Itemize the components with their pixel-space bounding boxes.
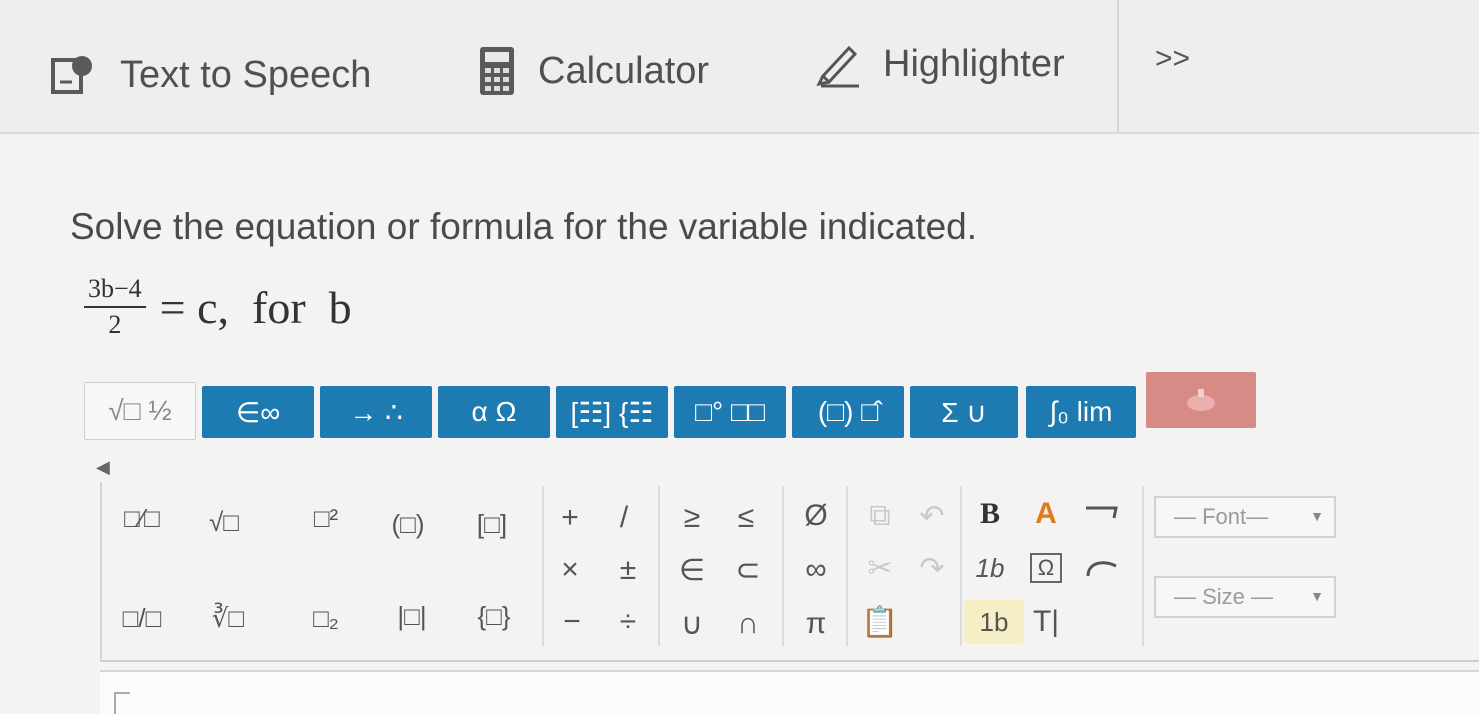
keyboard-icon [1187, 389, 1215, 411]
less-equal-button[interactable]: ≤ [716, 496, 776, 540]
palette-group-relations: ≥ ≤ ∈ ⊂ ∪ ∩ [662, 486, 784, 646]
pi-button[interactable]: π [786, 602, 846, 646]
sqrt-button[interactable]: √□ [194, 500, 254, 544]
mixed-fraction-button[interactable]: □/□ [112, 596, 172, 640]
chevron-down-icon: ▼ [1310, 588, 1324, 604]
plus-minus-button[interactable]: ± [598, 548, 658, 592]
palette-group-format: B A 1b Ω 1b T| [964, 486, 1144, 646]
fraction-button[interactable]: □⁄□ [112, 496, 172, 540]
font-select[interactable]: — Font— ▼ [1154, 496, 1336, 538]
more-tools-button[interactable]: >> [1155, 42, 1190, 76]
text-style-sample-button[interactable]: 1b [964, 600, 1024, 644]
absolute-value-button[interactable]: |□| [382, 594, 442, 638]
equation: 3b−4 2 = c, for b [84, 272, 352, 342]
highlighter-button[interactable]: Highlighter [815, 40, 1065, 88]
math-palette: □⁄□ √□ □² (□) [□] □/□ ∛□ □₂ |□| {□} + / … [100, 482, 1479, 662]
size-select[interactable]: — Size — ▼ [1154, 576, 1336, 618]
palette-group-templates: □⁄□ √□ □² (□) [□] □/□ ∛□ □₂ |□| {□} [102, 486, 544, 646]
italic-button[interactable]: 1b [960, 546, 1020, 590]
palette-group-edit: ⧉ ↶ ✂ ↷ 📋 [850, 486, 962, 646]
eraser-icon[interactable] [1072, 546, 1132, 590]
superscript-button[interactable]: □² [296, 496, 356, 540]
highlighter-icon [816, 45, 859, 88]
answer-input-area[interactable] [100, 670, 1479, 714]
brackets-button[interactable]: [□] [462, 502, 522, 546]
tab-operators[interactable]: Σ ∪ [910, 386, 1018, 438]
font-color-icon[interactable]: A [1016, 492, 1076, 536]
question-instruction: Solve the equation or formula for the va… [70, 206, 978, 247]
speaker-icon [51, 56, 92, 94]
slash-button[interactable]: / [594, 496, 654, 540]
omega-box-icon: Ω [1029, 553, 1063, 583]
tab-arrows[interactable]: → ∴ [320, 386, 432, 438]
size-select-value: — Size — [1174, 584, 1274, 609]
copy-icon[interactable]: ⧉ [850, 494, 910, 538]
divide-button[interactable]: ÷ [598, 600, 658, 644]
subset-button[interactable]: ⊂ [718, 548, 778, 592]
tab-sets[interactable]: ∈∞ [202, 386, 314, 438]
text-to-speech-button[interactable]: Text to Speech [50, 52, 371, 98]
text-to-speech-label: Text to Speech [120, 53, 372, 96]
fraction-denominator: 2 [108, 310, 122, 339]
braces-button[interactable]: {□} [464, 594, 524, 638]
tab-accents[interactable]: (□) □̂ [792, 386, 904, 438]
undo-icon[interactable]: ↶ [902, 494, 962, 538]
toolbar-divider [1117, 0, 1119, 132]
tab-keyboard[interactable] [1146, 372, 1256, 428]
equation-fraction: 3b−4 2 [84, 274, 146, 340]
parentheses-button[interactable]: (□) [378, 502, 438, 546]
minus-button[interactable]: − [542, 600, 602, 644]
tab-basic[interactable]: √□ ½ [84, 382, 196, 440]
calculator-icon [480, 47, 514, 95]
calculator-label: Calculator [538, 49, 710, 92]
empty-set-button[interactable]: Ø [786, 494, 846, 538]
element-of-button[interactable]: ∈ [662, 548, 722, 592]
times-button[interactable]: × [540, 548, 600, 592]
greater-equal-button[interactable]: ≥ [662, 496, 722, 540]
tab-scripts[interactable]: □° □□ [674, 386, 786, 438]
cut-icon[interactable]: ✂ [850, 546, 910, 590]
font-select-value: — Font— [1174, 504, 1269, 529]
plus-button[interactable]: + [540, 496, 600, 540]
redo-icon[interactable]: ↷ [902, 546, 962, 590]
text-mode-button[interactable]: T| [1016, 600, 1076, 644]
tab-matrices[interactable]: [☷] {☷ [556, 386, 668, 438]
equation-rest: = c, for b [159, 281, 352, 333]
strike-icon-glyph [1086, 506, 1118, 519]
nth-root-button[interactable]: ∛□ [198, 596, 258, 640]
infinity-button[interactable]: ∞ [786, 548, 846, 592]
union-button[interactable]: ∪ [662, 602, 722, 646]
strike-icon[interactable] [1072, 492, 1132, 536]
eraser-icon-glyph [1086, 561, 1117, 577]
intersection-button[interactable]: ∩ [718, 602, 778, 646]
top-toolbar: Text to Speech Calculator Highlighter >> [0, 0, 1479, 134]
fraction-numerator: 3b−4 [84, 274, 146, 308]
bold-button[interactable]: B [960, 492, 1020, 536]
palette-group-arithmetic: + / × ± − ÷ [546, 486, 660, 646]
paste-icon[interactable]: 📋 [850, 600, 910, 644]
collapse-palette-icon[interactable]: ◀ [96, 457, 110, 478]
subscript-button[interactable]: □₂ [296, 596, 356, 640]
tab-calculus[interactable]: ∫₀ lim [1026, 386, 1136, 438]
highlighter-label: Highlighter [883, 42, 1065, 85]
input-cursor-box [114, 692, 130, 714]
chevron-down-icon: ▼ [1310, 508, 1324, 524]
tab-greek[interactable]: α Ω [438, 386, 550, 438]
special-char-button[interactable]: Ω [1016, 546, 1076, 590]
calculator-button[interactable]: Calculator [478, 45, 709, 97]
palette-group-constants: Ø ∞ π [786, 486, 848, 646]
